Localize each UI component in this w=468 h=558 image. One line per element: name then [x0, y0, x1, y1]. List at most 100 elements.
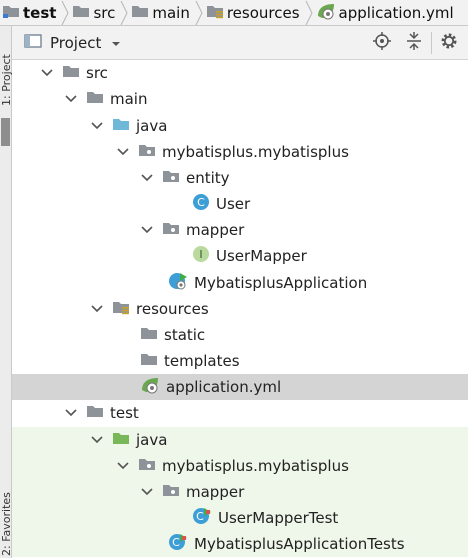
folder-icon — [131, 3, 149, 23]
breadcrumb-label: src — [93, 3, 116, 22]
chevron-down-icon[interactable] — [116, 145, 130, 159]
header-divider — [431, 32, 432, 54]
module-folder-icon — [2, 3, 20, 23]
chevron-down-icon[interactable] — [90, 119, 104, 133]
tree-node-test-package[interactable]: mybatisplus.mybatisplus — [12, 453, 468, 479]
breadcrumb-label: test — [23, 3, 57, 22]
spring-boot-class-icon — [168, 272, 188, 294]
resources-folder-icon — [112, 299, 130, 319]
view-dropdown-icon[interactable] — [111, 34, 121, 52]
folder-icon — [62, 63, 80, 83]
breadcrumb: test src main resources application.yml — [0, 0, 468, 26]
tree-node-templates[interactable]: templates — [12, 348, 468, 374]
tree-node-test-mapper[interactable]: mapper — [12, 479, 468, 505]
svg-text:C: C — [172, 536, 180, 549]
test-source-folder-icon — [112, 430, 130, 450]
folder-icon — [140, 325, 158, 345]
tree-label: User — [216, 195, 251, 213]
package-icon — [162, 168, 180, 188]
folder-icon — [86, 89, 104, 109]
test-class-icon: C — [192, 507, 212, 529]
tree-node-entity[interactable]: entity — [12, 165, 468, 191]
tree-node-resources[interactable]: resources — [12, 296, 468, 322]
project-view-icon — [24, 33, 42, 53]
tree-label: mapper — [186, 483, 245, 501]
project-tool-indicator — [1, 118, 10, 146]
folder-icon — [140, 351, 158, 371]
tree-label: entity — [186, 169, 230, 187]
svg-text:C: C — [197, 196, 205, 209]
tree-node-static[interactable]: static — [12, 322, 468, 348]
package-icon — [138, 142, 156, 162]
tree-node-mapper[interactable]: mapper — [12, 217, 468, 243]
spring-config-icon — [140, 376, 160, 398]
project-tree: src main java mybatisplus.mybatisplus en… — [12, 60, 468, 558]
panel-title[interactable]: Project — [50, 34, 101, 52]
package-icon — [138, 456, 156, 476]
locate-icon[interactable] — [373, 32, 391, 54]
tool-window-strip: 1: Project 2: Favorites — [0, 26, 13, 558]
package-icon — [162, 220, 180, 240]
tree-node-java[interactable]: java — [12, 113, 468, 139]
tree-node-application-yml[interactable]: application.yml — [12, 374, 468, 400]
chevron-down-icon[interactable] — [90, 433, 104, 447]
chevron-down-icon[interactable] — [40, 66, 54, 80]
tree-label: resources — [136, 300, 209, 318]
tree-label: src — [86, 64, 108, 82]
tree-label: main — [110, 90, 148, 108]
breadcrumb-item-resources[interactable]: resources — [204, 0, 304, 25]
tree-label: java — [136, 117, 168, 135]
project-panel-header: Project — [12, 26, 468, 60]
test-class-icon: C — [168, 533, 188, 555]
tree-node-application-class[interactable]: MybatisplusApplication — [12, 270, 468, 296]
spring-config-icon — [316, 2, 336, 24]
tree-node-main[interactable]: main — [12, 86, 468, 112]
chevron-down-icon[interactable] — [140, 223, 154, 237]
breadcrumb-item-src[interactable]: src — [70, 0, 119, 25]
tree-label: MybatisplusApplicationTests — [194, 535, 405, 553]
breadcrumb-item-test[interactable]: test — [0, 0, 60, 25]
tree-label: MybatisplusApplication — [194, 274, 368, 292]
chevron-down-icon[interactable] — [90, 302, 104, 316]
tree-label: mapper — [186, 221, 245, 239]
tree-node-test[interactable]: test — [12, 400, 468, 426]
tree-label: UserMapperTest — [218, 509, 339, 527]
source-folder-icon — [112, 116, 130, 136]
tree-label: java — [136, 431, 168, 449]
settings-icon[interactable] — [440, 32, 458, 54]
tree-node-test-java[interactable]: java — [12, 427, 468, 453]
package-icon — [162, 482, 180, 502]
tree-label: mybatisplus.mybatisplus — [162, 143, 349, 161]
tree-node-user-mapper-test[interactable]: C UserMapperTest — [12, 505, 468, 531]
tree-node-src[interactable]: src — [12, 60, 468, 86]
breadcrumb-item-application-yml[interactable]: application.yml — [314, 0, 458, 25]
tree-label: UserMapper — [216, 247, 307, 265]
chevron-right-icon — [120, 0, 128, 25]
chevron-down-icon[interactable] — [140, 485, 154, 499]
svg-text:I: I — [199, 248, 202, 261]
chevron-right-icon — [62, 0, 70, 25]
collapse-all-icon[interactable] — [405, 32, 423, 54]
tree-label: mybatisplus.mybatisplus — [162, 457, 349, 475]
breadcrumb-label: resources — [226, 3, 300, 22]
tree-label: application.yml — [166, 378, 282, 396]
resources-folder-icon — [206, 3, 224, 23]
chevron-down-icon[interactable] — [140, 171, 154, 185]
tree-node-package[interactable]: mybatisplus.mybatisplus — [12, 139, 468, 165]
chevron-right-icon — [305, 0, 313, 25]
chevron-down-icon[interactable] — [64, 406, 78, 420]
tree-label: static — [164, 326, 206, 344]
breadcrumb-item-main[interactable]: main — [129, 0, 193, 25]
chevron-down-icon[interactable] — [64, 92, 78, 106]
tree-node-application-tests[interactable]: C MybatisplusApplicationTests — [12, 531, 468, 557]
breadcrumb-label: main — [152, 3, 190, 22]
svg-text:C: C — [196, 510, 204, 523]
breadcrumb-label: application.yml — [338, 3, 454, 22]
chevron-right-icon — [195, 0, 203, 25]
folder-icon — [72, 3, 90, 23]
chevron-down-icon[interactable] — [116, 459, 130, 473]
folder-icon — [86, 403, 104, 423]
tree-node-user-mapper[interactable]: I UserMapper — [12, 243, 468, 269]
tree-label: templates — [164, 352, 240, 370]
tree-node-user-class[interactable]: C User — [12, 191, 468, 217]
